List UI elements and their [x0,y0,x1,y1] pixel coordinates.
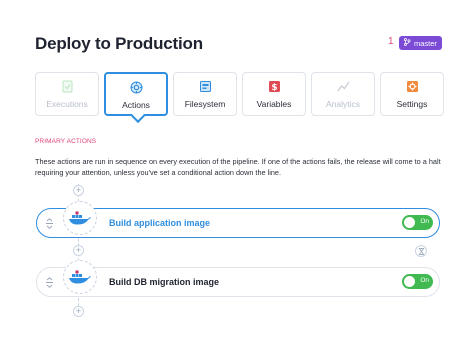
action-toggle[interactable]: On [402,215,433,230]
tab-analytics[interactable]: Analytics [311,72,375,116]
action-name[interactable]: Build application image [109,218,210,228]
branch-badge[interactable]: master [399,36,442,50]
pipeline-tabs: Executions Actions Filesystem $ Variable… [35,72,444,116]
branch-marker: 1 [388,36,394,47]
branch-icon [403,38,411,48]
tab-label: Variables [256,99,292,109]
tab-label: Analytics [325,99,360,109]
gear-icon [130,81,143,94]
chart-icon [336,80,350,93]
tab-actions[interactable]: Actions [104,72,168,116]
tab-settings[interactable]: Settings [380,72,444,116]
tab-label: Settings [396,99,428,109]
action-row[interactable]: Build application image On [36,201,440,238]
tab-label: Executions [46,99,88,109]
tab-label: Filesystem [184,99,226,109]
branch-name: master [414,38,437,48]
tab-label: Actions [122,100,150,110]
tab-variables[interactable]: $ Variables [242,72,306,116]
toggle-knob [404,217,415,228]
add-action-button[interactable]: + [73,306,84,317]
executions-icon [61,80,74,93]
action-row[interactable]: Build DB migration image On [36,260,440,297]
conditional-hourglass-icon[interactable] [415,245,427,257]
section-description: These actions are run in sequence on eve… [35,157,441,177]
drag-handle-icon[interactable] [45,277,54,288]
tab-executions[interactable]: Executions [35,72,99,116]
svg-text:$: $ [271,83,277,93]
toggle-knob [404,276,415,287]
folder-icon [199,80,212,93]
docker-icon [63,201,97,235]
toggle-label: On [420,218,429,225]
tab-filesystem[interactable]: Filesystem [173,72,237,116]
docker-icon [63,260,97,294]
add-action-button[interactable]: + [73,245,84,256]
add-action-button[interactable]: + [73,185,84,196]
page-title: Deploy to Production [35,34,203,53]
action-toggle[interactable]: On [402,274,433,289]
action-name[interactable]: Build DB migration image [109,277,219,287]
toggle-label: On [420,277,429,284]
settings-icon [406,80,419,93]
dollar-icon: $ [268,80,281,93]
drag-handle-icon[interactable] [45,218,54,229]
section-label: PRIMARY ACTIONS [35,138,97,145]
